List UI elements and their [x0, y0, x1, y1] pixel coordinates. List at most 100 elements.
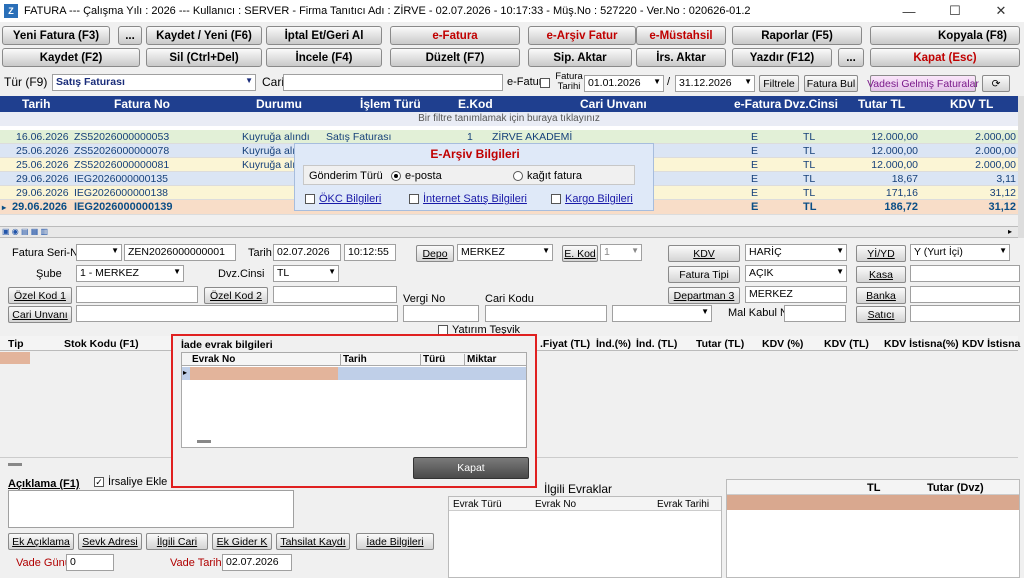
cari-unvani-input[interactable]	[76, 305, 398, 322]
extra-select[interactable]	[612, 305, 712, 322]
col-evrak-no[interactable]: Evrak No	[535, 499, 576, 510]
yazdir-button[interactable]: Yazdır (F12)	[732, 48, 832, 67]
departman-button[interactable]: Departman 3	[668, 287, 740, 304]
filtrele-button[interactable]: Filtrele	[759, 75, 799, 92]
satici-button[interactable]: Satıcı	[856, 306, 906, 323]
col-fatura-no[interactable]: Fatura No	[114, 97, 170, 111]
kaydet-yeni-button[interactable]: Kaydet / Yeni (F6)	[146, 26, 262, 45]
seri-select[interactable]	[76, 244, 122, 261]
col-iade-turu[interactable]: Türü	[420, 354, 445, 365]
col-ind-yuzde[interactable]: İnd.(%)	[596, 338, 631, 350]
minimize-icon[interactable]: —	[886, 0, 932, 22]
cari-input[interactable]	[283, 74, 503, 91]
col-islem-turu[interactable]: İşlem Türü	[360, 97, 421, 111]
yiyd-button[interactable]: Yİ/YD	[856, 245, 906, 262]
vergi-no-input[interactable]	[403, 305, 479, 322]
kdv-select[interactable]: HARİÇ	[745, 244, 847, 261]
ek-gider-button[interactable]: Ek Gider K	[212, 533, 272, 550]
ozel-kod1-button[interactable]: Özel Kod 1	[8, 287, 72, 304]
col-tutar[interactable]: Tutar (TL)	[696, 338, 744, 350]
ekod-select[interactable]: 1	[600, 244, 642, 261]
nav-icons[interactable]: ▣ ◉ ▤ ▦ ▥	[2, 227, 48, 236]
iptal-button[interactable]: İptal Et/Geri Al	[266, 26, 382, 45]
banka-input[interactable]	[910, 286, 1020, 303]
e-fatura-button[interactable]: e-Fatura	[390, 26, 520, 45]
ilgili-evraklar-grid[interactable]: Evrak Türü Evrak No Evrak Tarihi	[448, 496, 722, 578]
okc-link[interactable]: ÖKC Bilgileri	[305, 193, 381, 205]
incele-button[interactable]: İncele (F4)	[266, 48, 382, 67]
col-tip[interactable]: Tip	[8, 338, 24, 350]
col-evrak-turu[interactable]: Evrak Türü	[453, 499, 502, 510]
eposta-radio[interactable]: e-posta	[391, 170, 442, 182]
mal-kabul-input[interactable]	[784, 305, 846, 322]
kapat-button[interactable]: Kapat (Esc)	[870, 48, 1020, 67]
ozel-kod1-input[interactable]	[76, 286, 198, 303]
col-iade-tarih[interactable]: Tarih	[340, 354, 367, 365]
close-icon[interactable]: ✕	[978, 0, 1024, 22]
cari-unvani-button[interactable]: Cari Unvanı	[8, 306, 72, 323]
grid-filter-row[interactable]: Bir filtre tanımlamak için buraya tıklay…	[0, 112, 1018, 126]
kasa-button[interactable]: Kasa	[856, 266, 906, 283]
yeni-fatura-button[interactable]: Yeni Fatura (F3)	[2, 26, 110, 45]
date-to-input[interactable]: 31.12.2026	[675, 75, 755, 92]
irsaliye-checkbox[interactable]: ✓ İrsaliye Ekle	[94, 476, 167, 488]
ekod-button[interactable]: E. Kod	[562, 245, 598, 262]
more-button-1[interactable]: ...	[118, 26, 142, 45]
col-stok-kodu[interactable]: Stok Kodu (F1)	[64, 338, 139, 350]
sip-aktar-button[interactable]: Sip. Aktar	[528, 48, 632, 67]
col-tutar-tl[interactable]: Tutar TL	[858, 97, 905, 111]
splitter-handle[interactable]	[8, 463, 22, 466]
sevk-adresi-button[interactable]: Sevk Adresi	[78, 533, 142, 550]
fatura-bul-button[interactable]: Fatura Bul	[804, 75, 858, 92]
iade-grid-cell-active[interactable]	[190, 367, 338, 380]
e-mustahsil-button[interactable]: e-Müstahsil	[636, 26, 726, 45]
kagit-radio[interactable]: kağıt fatura	[513, 170, 582, 182]
iade-bilgileri-button[interactable]: İade Bilgileri	[356, 533, 434, 550]
tahsilat-kaydi-button[interactable]: Tahsilat Kaydı	[276, 533, 350, 550]
vade-tarihi-input[interactable]: 02.07.2026	[222, 554, 292, 571]
col-dvz[interactable]: Dvz.Cinsi	[784, 97, 838, 111]
grid-vscrollbar[interactable]	[1018, 96, 1024, 238]
ek-aciklama-button[interactable]: Ek Açıklama	[8, 533, 74, 550]
duzelt-button[interactable]: Düzelt (F7)	[390, 48, 520, 67]
fatura-no-input[interactable]: ZEN2026000000001	[124, 244, 236, 261]
kdv-button[interactable]: KDV	[668, 245, 740, 262]
kasa-input[interactable]	[910, 265, 1020, 282]
dvz-select[interactable]: TL	[273, 265, 339, 282]
iade-splitter[interactable]	[197, 440, 211, 443]
col-efatura[interactable]: e-Fatura	[734, 97, 781, 111]
departman-input[interactable]: MERKEZ	[745, 286, 847, 303]
ozel-kod2-button[interactable]: Özel Kod 2	[204, 287, 268, 304]
kopyala-button[interactable]: Kopyala (F8)	[870, 26, 1020, 45]
more-button-2[interactable]: ...	[838, 48, 864, 67]
col-evrak-tarihi[interactable]: Evrak Tarihi	[657, 499, 709, 510]
maximize-icon[interactable]: ☐	[932, 0, 978, 22]
col-iade-miktar[interactable]: Miktar	[464, 354, 496, 365]
internet-link[interactable]: İnternet Satış Bilgileri	[409, 193, 527, 205]
col-durumu[interactable]: Durumu	[256, 97, 302, 111]
sil-button[interactable]: Sil (Ctrl+Del)	[146, 48, 262, 67]
col-kdv-yuzde[interactable]: KDV (%)	[762, 338, 803, 350]
depo-button[interactable]: Depo	[416, 245, 454, 262]
tarih-input[interactable]: 02.07.2026	[273, 244, 341, 261]
fatura-tipi-button[interactable]: Fatura Tipi	[668, 266, 740, 283]
col-tarih[interactable]: Tarih	[22, 97, 50, 111]
col-kdv-istisna[interactable]: KDV İstisna	[962, 338, 1020, 350]
grid-hscrollbar[interactable]	[0, 226, 1018, 238]
vadesi-gelmis-button[interactable]: Vadesi Gelmiş Faturalar	[867, 75, 979, 92]
efatura-checkbox[interactable]	[540, 78, 550, 88]
kargo-link[interactable]: Kargo Bilgileri	[551, 193, 633, 205]
col-fiyat[interactable]: .Fiyat (TL)	[540, 338, 590, 350]
tur-select[interactable]: Satış Faturası	[52, 74, 256, 91]
col-kdv-tl[interactable]: KDV TL	[950, 97, 993, 111]
iade-kapat-button[interactable]: Kapat	[413, 457, 529, 479]
scroll-right-icon[interactable]: ▸	[1008, 227, 1018, 237]
e-arsiv-button[interactable]: e-Arşiv Fatur	[528, 26, 636, 45]
satici-input[interactable]	[910, 305, 1020, 322]
col-kdv-istisna-yuzde[interactable]: KDV İstisna(%)	[884, 338, 959, 350]
banka-button[interactable]: Banka	[856, 287, 906, 304]
col-kdv-tl[interactable]: KDV (TL)	[824, 338, 869, 350]
fatura-tipi-select[interactable]: AÇIK	[745, 265, 847, 282]
raporlar-button[interactable]: Raporlar (F5)	[732, 26, 862, 45]
sube-select[interactable]: 1 - MERKEZ	[76, 265, 184, 282]
